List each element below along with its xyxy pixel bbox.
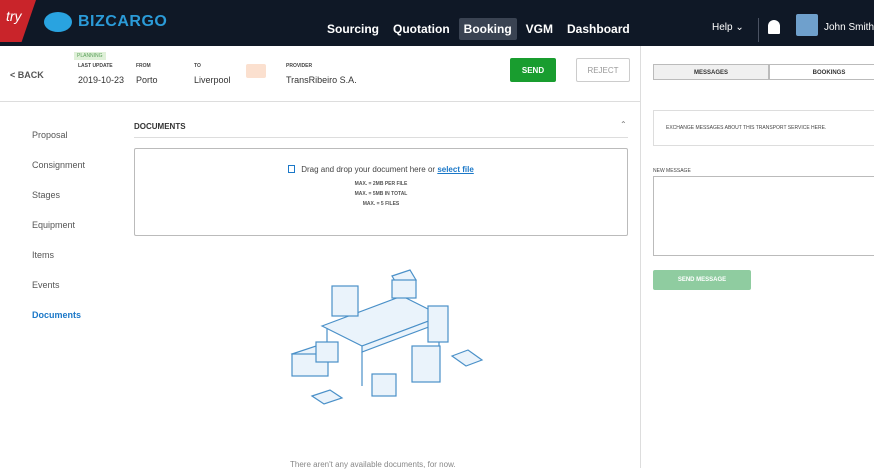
- sidebar-item-stages[interactable]: Stages: [32, 190, 85, 200]
- brand-name: BIZCARGO: [78, 13, 168, 30]
- sidebar-item-items[interactable]: Items: [32, 250, 85, 260]
- drop-text: Drag and drop your document here or: [301, 165, 436, 174]
- to-value: Liverpool: [194, 75, 231, 85]
- booking-info-bar: < BACK PLANNING LAST UPDATE 2019-10-23 F…: [0, 46, 640, 102]
- sidebar-item-documents[interactable]: Documents: [32, 310, 85, 320]
- menu-booking[interactable]: Booking: [458, 18, 517, 40]
- send-message-button[interactable]: SEND MESSAGE: [653, 270, 751, 290]
- provider-label: PROVIDER: [286, 63, 313, 69]
- last-update-value: 2019-10-23: [78, 75, 125, 85]
- chevron-down-icon: ⌄: [735, 22, 744, 33]
- section-sidebar: Proposal Consignment Stages Equipment It…: [32, 130, 85, 340]
- avatar[interactable]: [796, 14, 818, 36]
- collapse-chevron-icon[interactable]: ⌃: [620, 120, 627, 129]
- menu-dashboard[interactable]: Dashboard: [562, 18, 635, 40]
- sidebar-item-proposal[interactable]: Proposal: [32, 130, 85, 140]
- file-dropzone[interactable]: Drag and drop your document here or sele…: [134, 148, 628, 236]
- menu-quotation[interactable]: Quotation: [388, 18, 455, 40]
- new-message-label: NEW MESSAGE: [653, 168, 691, 174]
- tab-bookings[interactable]: BOOKINGS: [769, 64, 874, 80]
- brand-icon: [44, 12, 72, 32]
- back-button[interactable]: < BACK: [10, 70, 44, 80]
- tab-messages[interactable]: MESSAGES: [653, 64, 769, 80]
- select-file-link[interactable]: select file: [437, 165, 473, 174]
- menu-sourcing[interactable]: Sourcing: [322, 18, 384, 40]
- messages-panel: MESSAGES BOOKINGS EXCHANGE MESSAGES ABOU…: [640, 46, 874, 468]
- provider-value: TransRibeiro S.A.: [286, 75, 357, 85]
- document-icon: [288, 165, 296, 173]
- chevron-left-icon: <: [10, 70, 16, 80]
- limit-size-total: MAX. = 5MB IN TOTAL: [354, 191, 408, 197]
- sidebar-item-events[interactable]: Events: [32, 280, 85, 290]
- limit-size-file: MAX. = 2MB PER FILE: [354, 181, 408, 187]
- from-label: FROM: [136, 63, 151, 69]
- provider-logo: [246, 64, 266, 78]
- brand-logo[interactable]: BIZCARGO: [44, 12, 167, 32]
- exchange-info: EXCHANGE MESSAGES ABOUT THIS TRANSPORT S…: [653, 110, 874, 146]
- bell-icon[interactable]: [768, 20, 780, 34]
- divider: [134, 137, 628, 138]
- message-input[interactable]: [653, 176, 874, 256]
- last-update-label: LAST UPDATE: [78, 63, 113, 69]
- user-menu[interactable]: John Smith: [824, 22, 874, 33]
- sidebar-item-consignment[interactable]: Consignment: [32, 160, 85, 170]
- empty-documents-illustration: [290, 269, 484, 405]
- help-label: Help: [712, 22, 733, 33]
- status-badge: PLANNING: [74, 52, 106, 60]
- back-label: BACK: [17, 70, 44, 80]
- try-logo: try: [0, 0, 36, 42]
- limit-file-count: MAX. = 5 FILES: [362, 201, 400, 207]
- help-menu[interactable]: Help ⌄: [712, 22, 744, 33]
- divider: [758, 18, 759, 42]
- from-value: Porto: [136, 75, 158, 85]
- reject-button[interactable]: REJECT: [576, 58, 630, 82]
- to-label: TO: [194, 63, 201, 69]
- sidebar-item-equipment[interactable]: Equipment: [32, 220, 85, 230]
- menu-vgm[interactable]: VGM: [521, 18, 558, 40]
- documents-title: DOCUMENTS: [134, 122, 186, 131]
- main-menu: Sourcing Quotation Booking VGM Dashboard: [322, 18, 635, 40]
- send-button[interactable]: SEND: [510, 58, 556, 82]
